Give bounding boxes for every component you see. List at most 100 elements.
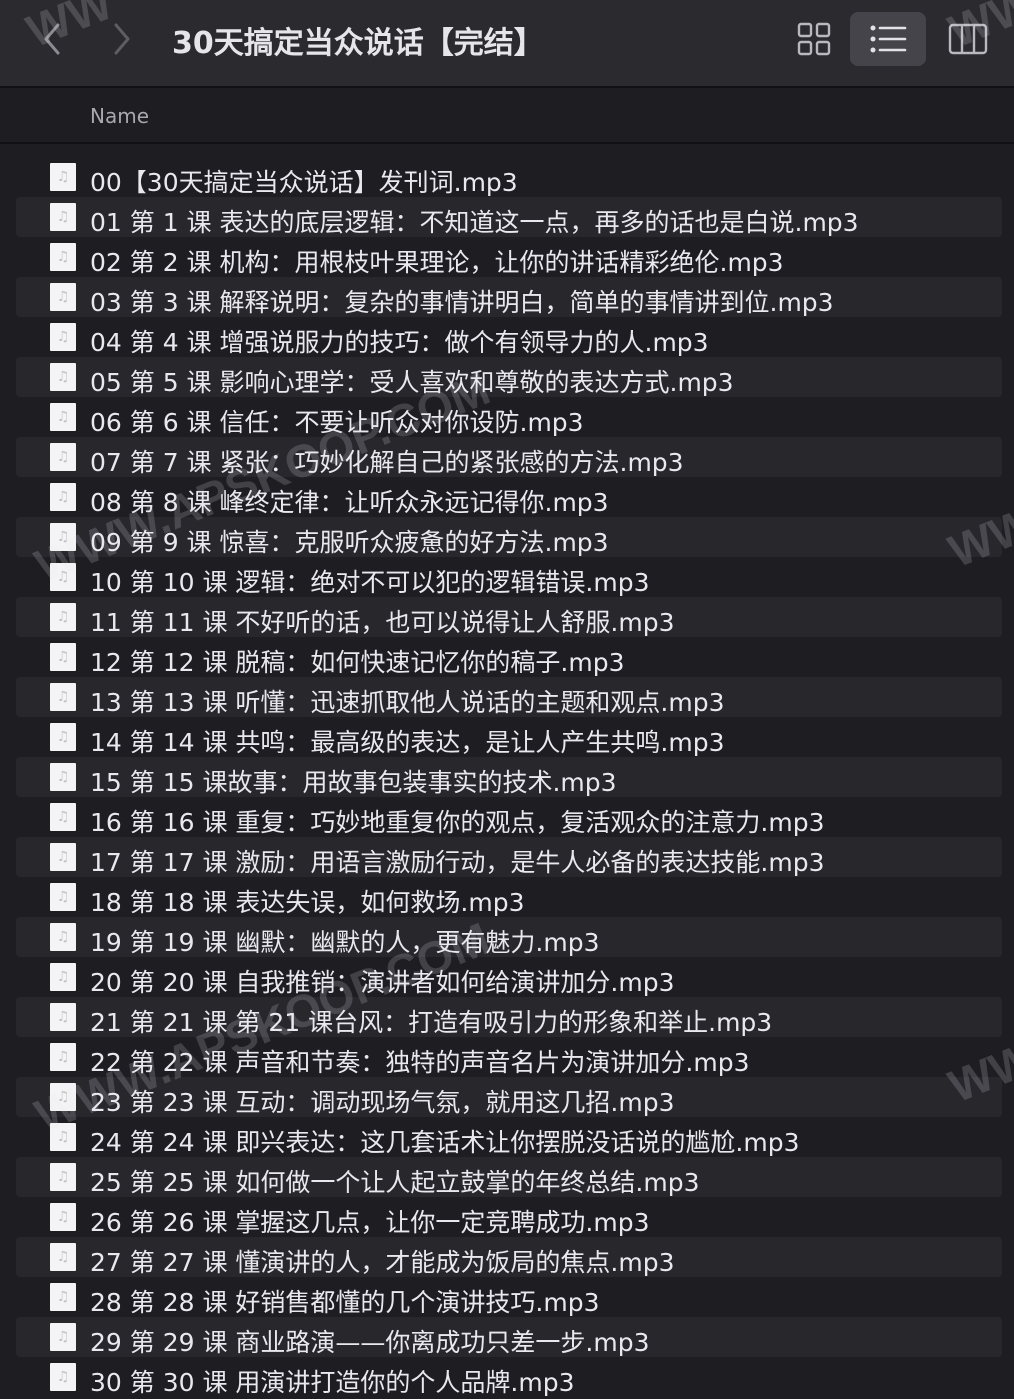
file-row[interactable]: ♫ 27 第 27 课 懂演讲的人，才能成为饭局的焦点.mp3 [16,1237,1002,1277]
file-row[interactable]: ♫ 10 第 10 课 逻辑：绝对不可以犯的逻辑错误.mp3 [0,557,1014,597]
column-view-icon [948,23,988,55]
file-name: 25 第 25 课 如何做一个让人起立鼓掌的年终总结.mp3 [90,1168,700,1197]
file-row[interactable]: ♫ 01 第 1 课 表达的底层逻辑：不知道这一点，再多的话也是白说.mp3 [16,197,1002,237]
finder-toolbar: 30天搞定当众说话【完结】 [0,0,1014,88]
file-row[interactable]: ♫ 25 第 25 课 如何做一个让人起立鼓掌的年终总结.mp3 [16,1157,1002,1197]
file-name: 29 第 29 课 商业路演——你离成功只差一步.mp3 [90,1328,650,1357]
audio-file-icon: ♫ [50,243,76,271]
file-row[interactable]: ♫ 03 第 3 课 解释说明：复杂的事情讲明白，简单的事情讲到位.mp3 [16,277,1002,317]
file-row[interactable]: ♫ 30 第 30 课 用演讲打造你的个人品牌.mp3 [0,1357,1014,1397]
audio-file-icon: ♫ [50,363,76,391]
audio-file-icon: ♫ [50,523,76,551]
audio-file-icon: ♫ [50,843,76,871]
file-name: 28 第 28 课 好销售都懂的几个演讲技巧.mp3 [90,1288,600,1317]
file-row[interactable]: ♫ 05 第 5 课 影响心理学：受人喜欢和尊敬的表达方式.mp3 [16,357,1002,397]
audio-file-icon: ♫ [50,283,76,311]
file-row[interactable]: ♫ 08 第 8 课 峰终定律：让听众永远记得你.mp3 [0,477,1014,517]
file-name: 10 第 10 课 逻辑：绝对不可以犯的逻辑错误.mp3 [90,568,650,597]
file-name: 27 第 27 课 懂演讲的人，才能成为饭局的焦点.mp3 [90,1248,675,1277]
audio-file-icon: ♫ [50,1163,76,1191]
file-row[interactable]: ♫ 14 第 14 课 共鸣：最高级的表达，是让人产生共鸣.mp3 [0,717,1014,757]
file-row[interactable]: ♫ 16 第 16 课 重复：巧妙地重复你的观点，复活观众的注意力.mp3 [0,797,1014,837]
file-list: ♫ 00【30天搞定当众说话】发刊词.mp3 ♫ 01 第 1 课 表达的底层逻辑：不… [0,157,1014,1397]
file-row[interactable]: ♫ 28 第 28 课 好销售都懂的几个演讲技巧.mp3 [0,1277,1014,1317]
file-name: 16 第 16 课 重复：巧妙地重复你的观点，复活观众的注意力.mp3 [90,808,825,837]
file-name: 24 第 24 课 即兴表达：这几套话术让你摆脱没话说的尴尬.mp3 [90,1128,800,1157]
file-name: 15 第 15 课故事：用故事包装事实的技术.mp3 [90,768,617,797]
column-view-button[interactable] [930,12,1006,66]
audio-file-icon: ♫ [50,723,76,751]
file-name: 18 第 18 课 表达失误，如何救场.mp3 [90,888,525,917]
list-view-button[interactable] [850,12,926,66]
file-row[interactable]: ♫ 12 第 12 课 脱稿：如何快速记忆你的稿子.mp3 [0,637,1014,677]
file-row[interactable]: ♫ 04 第 4 课 增强说服力的技巧：做个有领导力的人.mp3 [0,317,1014,357]
file-name: 00【30天搞定当众说话】发刊词.mp3 [90,168,518,197]
file-name: 17 第 17 课 激励：用语言激励行动，是牛人必备的表达技能.mp3 [90,848,825,877]
window-title: 30天搞定当众说话【完结】 [172,26,544,61]
audio-file-icon: ♫ [50,923,76,951]
audio-file-icon: ♫ [50,963,76,991]
file-row[interactable]: ♫ 21 第 21 课 第 21 课台风：打造有吸引力的形象和举止.mp3 [16,997,1002,1037]
file-row[interactable]: ♫ 23 第 23 课 互动：调动现场气氛，就用这几招.mp3 [16,1077,1002,1117]
file-name: 08 第 8 课 峰终定律：让听众永远记得你.mp3 [90,488,609,517]
file-name: 19 第 19 课 幽默：幽默的人，更有魅力.mp3 [90,928,600,957]
file-row[interactable]: ♫ 20 第 20 课 自我推销：演讲者如何给演讲加分.mp3 [0,957,1014,997]
audio-file-icon: ♫ [50,203,76,231]
file-row[interactable]: ♫ 11 第 11 课 不好听的话，也可以说得让人舒服.mp3 [16,597,1002,637]
file-row[interactable]: ♫ 19 第 19 课 幽默：幽默的人，更有魅力.mp3 [16,917,1002,957]
file-name: 12 第 12 课 脱稿：如何快速记忆你的稿子.mp3 [90,648,625,677]
audio-file-icon: ♫ [50,883,76,911]
chevron-left-icon [44,23,60,55]
file-name: 02 第 2 课 机构：用根枝叶果理论，让你的讲话精彩绝伦.mp3 [90,248,784,277]
file-row[interactable]: ♫ 17 第 17 课 激励：用语言激励行动，是牛人必备的表达技能.mp3 [16,837,1002,877]
file-row[interactable]: ♫ 07 第 7 课 紧张：巧妙化解自己的紧张感的方法.mp3 [16,437,1002,477]
file-name: 13 第 13 课 听懂：迅速抓取他人说话的主题和观点.mp3 [90,688,725,717]
audio-file-icon: ♫ [50,643,76,671]
file-name: 06 第 6 课 信任：不要让听众对你设防.mp3 [90,408,584,437]
file-row[interactable]: ♫ 06 第 6 课 信任：不要让听众对你设防.mp3 [0,397,1014,437]
audio-file-icon: ♫ [50,403,76,431]
file-name: 04 第 4 课 增强说服力的技巧：做个有领导力的人.mp3 [90,328,709,357]
file-row[interactable]: ♫ 29 第 29 课 商业路演——你离成功只差一步.mp3 [16,1317,1002,1357]
grid-view-icon [797,22,831,56]
file-name: 09 第 9 课 惊喜：克服听众疲惫的好方法.mp3 [90,528,609,557]
file-row[interactable]: ♫ 00【30天搞定当众说话】发刊词.mp3 [0,157,1014,197]
file-name: 23 第 23 课 互动：调动现场气氛，就用这几招.mp3 [90,1088,675,1117]
file-row[interactable]: ♫ 24 第 24 课 即兴表达：这几套话术让你摆脱没话说的尴尬.mp3 [0,1117,1014,1157]
name-column-header[interactable]: Name [90,104,149,128]
audio-file-icon: ♫ [50,1083,76,1111]
forward-button[interactable] [102,14,142,64]
audio-file-icon: ♫ [50,1363,76,1391]
chevron-right-icon [114,23,130,55]
audio-file-icon: ♫ [50,563,76,591]
file-name: 21 第 21 课 第 21 课台风：打造有吸引力的形象和举止.mp3 [90,1008,773,1037]
audio-file-icon: ♫ [50,443,76,471]
audio-file-icon: ♫ [50,603,76,631]
audio-file-icon: ♫ [50,323,76,351]
audio-file-icon: ♫ [50,763,76,791]
grid-view-button[interactable] [776,12,852,66]
audio-file-icon: ♫ [50,163,76,191]
audio-file-icon: ♫ [50,1203,76,1231]
audio-file-icon: ♫ [50,803,76,831]
audio-file-icon: ♫ [50,1323,76,1351]
list-view-icon [870,25,907,53]
back-button[interactable] [32,14,72,64]
audio-file-icon: ♫ [50,1243,76,1271]
file-row[interactable]: ♫ 02 第 2 课 机构：用根枝叶果理论，让你的讲话精彩绝伦.mp3 [0,237,1014,277]
audio-file-icon: ♫ [50,683,76,711]
file-name: 11 第 11 课 不好听的话，也可以说得让人舒服.mp3 [90,608,675,637]
file-row[interactable]: ♫ 26 第 26 课 掌握这几点，让你一定竞聘成功.mp3 [0,1197,1014,1237]
file-name: 14 第 14 课 共鸣：最高级的表达，是让人产生共鸣.mp3 [90,728,725,757]
file-row[interactable]: ♫ 22 第 22 课 声音和节奏：独特的声音名片为演讲加分.mp3 [0,1037,1014,1077]
file-row[interactable]: ♫ 18 第 18 课 表达失误，如何救场.mp3 [0,877,1014,917]
file-row[interactable]: ♫ 15 第 15 课故事：用故事包装事实的技术.mp3 [16,757,1002,797]
file-name: 03 第 3 课 解释说明：复杂的事情讲明白，简单的事情讲到位.mp3 [90,288,834,317]
file-name: 01 第 1 课 表达的底层逻辑：不知道这一点，再多的话也是白说.mp3 [90,208,859,237]
file-name: 30 第 30 课 用演讲打造你的个人品牌.mp3 [90,1368,575,1397]
file-name: 22 第 22 课 声音和节奏：独特的声音名片为演讲加分.mp3 [90,1048,750,1077]
file-row[interactable]: ♫ 09 第 9 课 惊喜：克服听众疲惫的好方法.mp3 [16,517,1002,557]
file-name: 26 第 26 课 掌握这几点，让你一定竞聘成功.mp3 [90,1208,650,1237]
audio-file-icon: ♫ [50,1283,76,1311]
file-row[interactable]: ♫ 13 第 13 课 听懂：迅速抓取他人说话的主题和观点.mp3 [16,677,1002,717]
